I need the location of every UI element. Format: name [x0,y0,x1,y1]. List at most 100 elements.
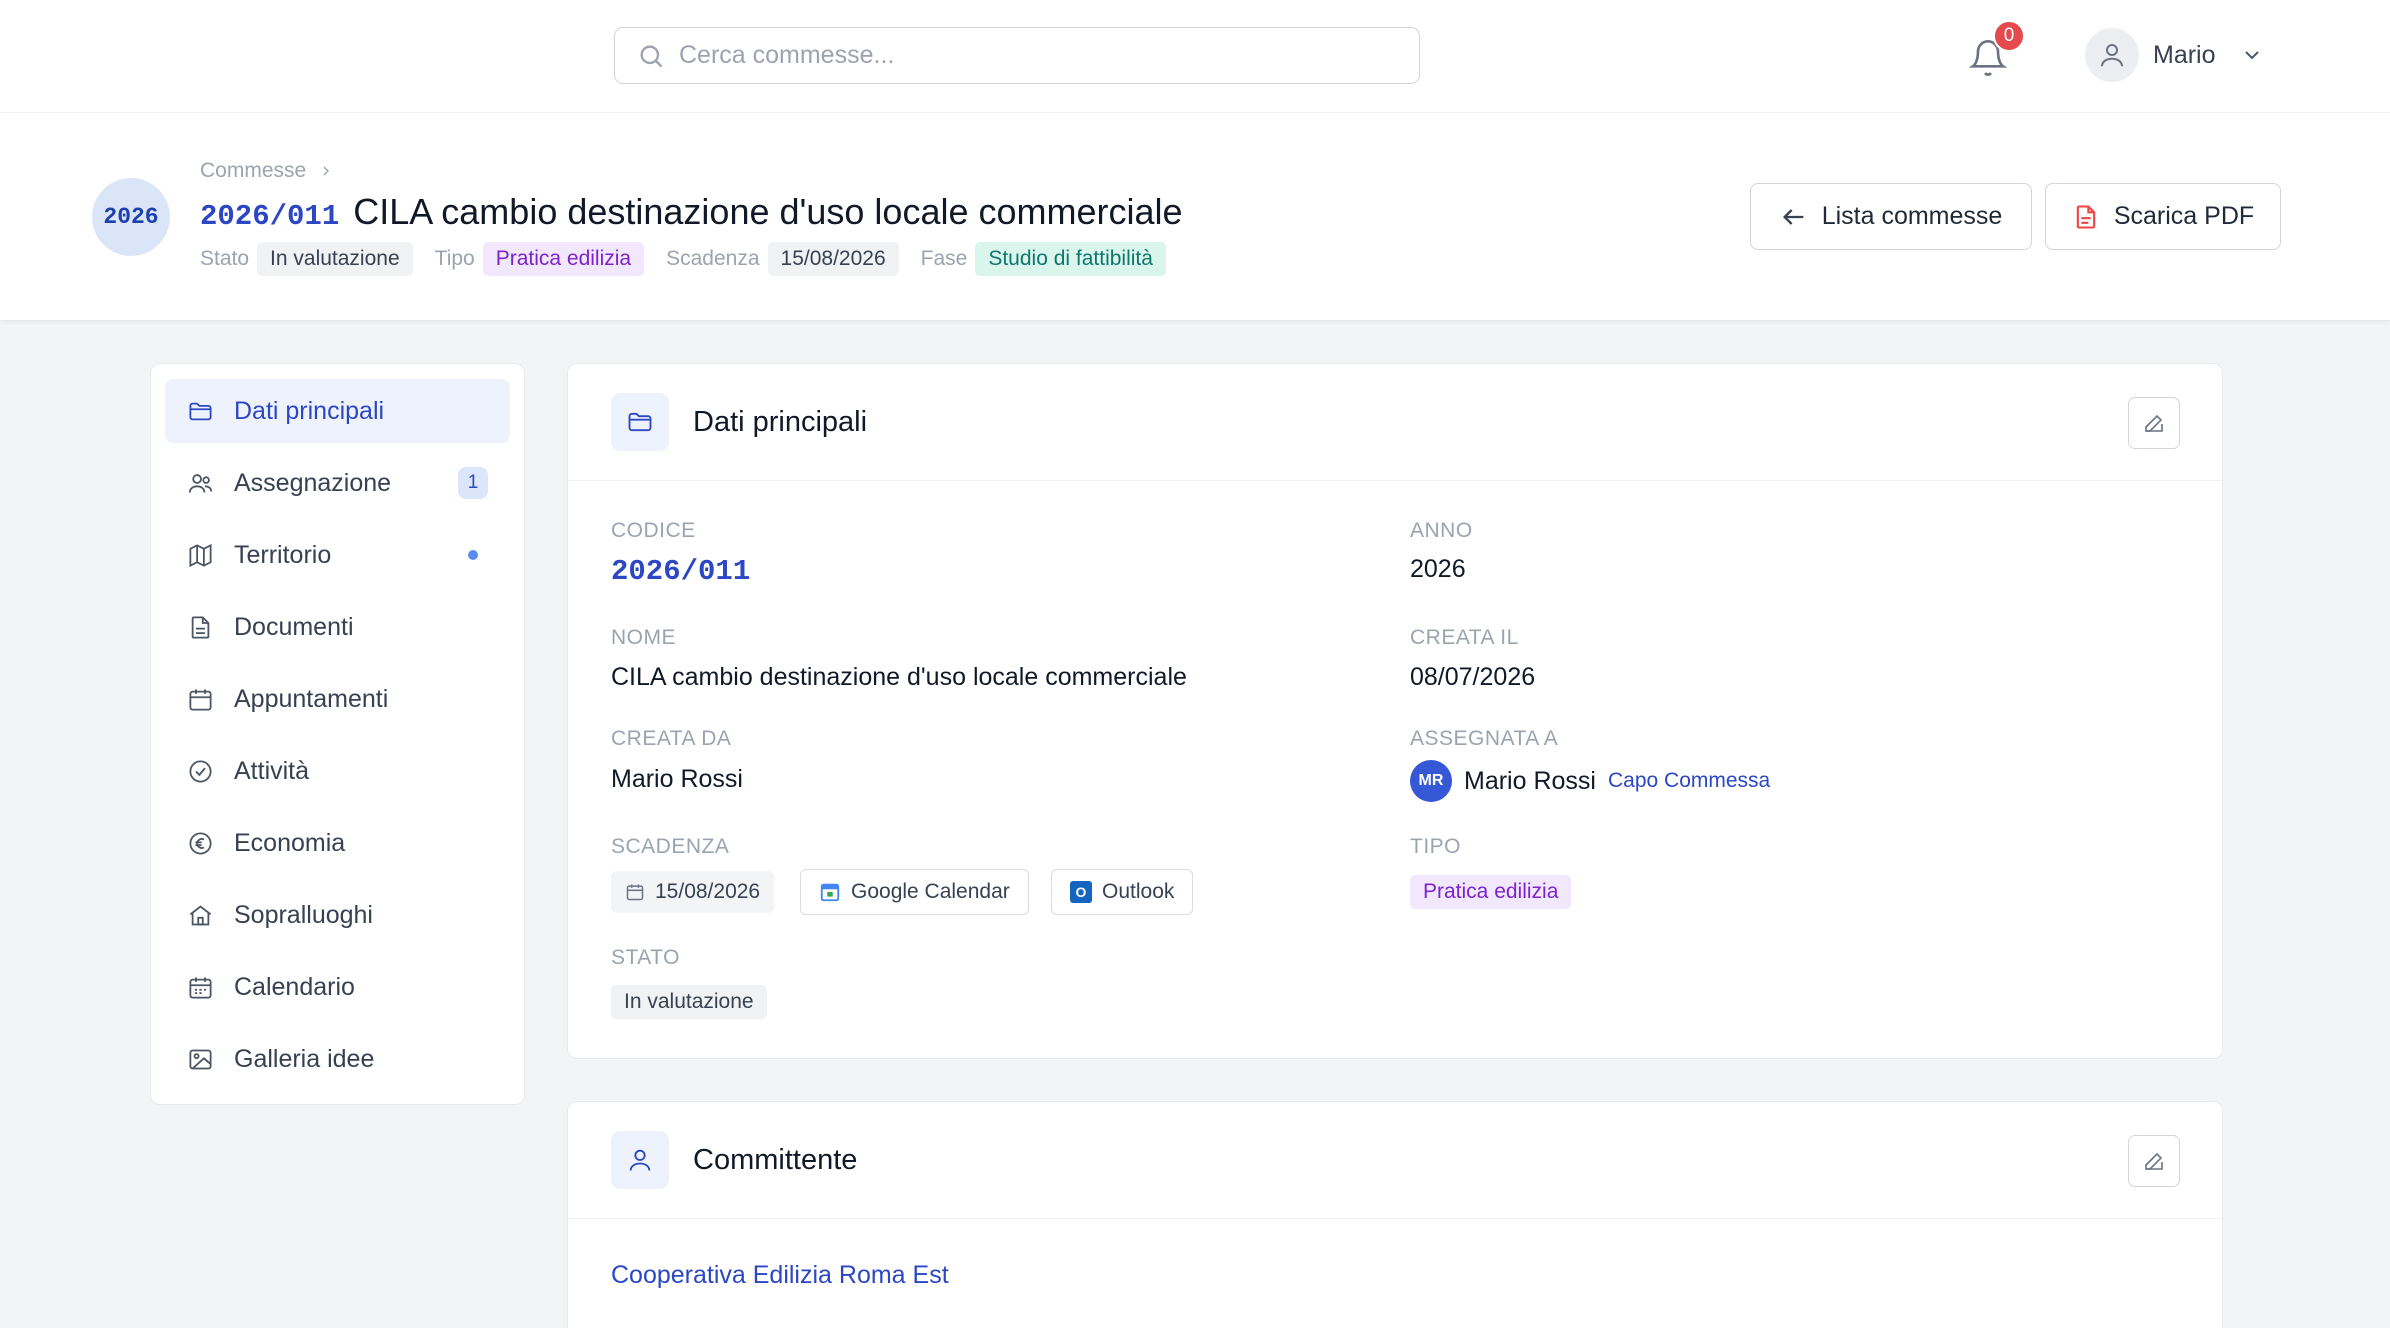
user-menu[interactable]: Mario [2085,28,2264,82]
search-input[interactable] [679,41,1419,70]
sidebar-item-label: Documenti [234,612,354,641]
sidebar-item-documenti[interactable]: Documenti [165,595,510,659]
sidebar-item-attivita[interactable]: Attività [165,739,510,803]
avatar: MR [1410,760,1452,802]
euro-icon [189,831,212,855]
tipo-badge: Pratica edilizia [1410,875,1572,909]
home-icon [189,904,212,925]
calendar-icon [626,884,644,901]
lista-commesse-button[interactable]: Lista commesse [1750,183,2032,250]
creata-il-label: CREATA IL [1410,626,1519,649]
assignee: MR Mario Rossi Capo Commessa [1410,760,1770,802]
card-header: Dati principali [568,364,2222,481]
outlook-icon: O [1070,881,1092,903]
sidebar-item-label: Attività [234,756,310,785]
breadcrumb-link-commesse[interactable]: Commesse [200,159,306,183]
edit-button[interactable] [2128,397,2180,449]
nome-value: CILA cambio destinazione d'uso locale co… [611,663,1187,691]
stato-label: Stato [200,247,250,270]
nome-label: NOME [611,626,676,649]
sidebar-item-label: Assegnazione [234,468,392,497]
sidebar-item-economia[interactable]: Economia [165,811,510,875]
sidebar-item-dati-principali[interactable]: Dati principali [165,379,510,443]
scadenza-value: 15/08/2026 [655,880,761,903]
scadenza-badge: 15/08/2026 [767,242,899,276]
title-text: CILA cambio destinazione d'uso locale co… [353,191,1183,232]
sidebar-item-label: Galleria idee [234,1044,375,1073]
chevron-right-icon [323,166,330,176]
meta-row: Stato In valutazione Tipo Pratica ediliz… [200,242,1188,276]
creata-il-value: 08/07/2026 [1410,663,1536,691]
anno-value: 2026 [1410,555,1466,583]
breadcrumb: Commesse [200,159,334,183]
pdf-file-icon [2076,204,2096,229]
google-calendar-button[interactable]: Google Calendar [800,869,1029,915]
scadenza-chip: 15/08/2026 [611,871,775,913]
sidebar-item-calendario[interactable]: Calendario [165,955,510,1019]
top-bar: 0 Mario [0,0,2390,113]
stato-label: STATO [611,946,681,969]
card-icon-box [611,393,669,451]
scadenza-label: SCADENZA [611,835,730,858]
assignee-role: Capo Commessa [1607,769,1771,792]
sidebar-item-label: Sopralluoghi [234,900,373,929]
codice-label: CODICE [611,519,696,542]
calendar-icon [189,688,212,711]
lista-commesse-label: Lista commesse [1821,202,2003,230]
scarica-pdf-button[interactable]: Scarica PDF [2045,183,2281,250]
edit-icon [2145,1152,2163,1170]
title-code: 2026/011 [200,200,340,233]
tipo-label: Tipo [434,247,475,270]
search-icon [640,45,663,68]
dati-principali-card: Dati principali CODICE 2026/011 ANNO 202… [567,363,2223,1059]
card-title: Committente [693,1143,858,1176]
folder-icon [189,402,212,420]
creata-da-label: CREATA DA [611,727,732,750]
image-icon [189,1049,212,1069]
user-name: Mario [2153,40,2216,69]
edit-button[interactable] [2128,1135,2180,1187]
arrow-left-icon [1782,208,1804,225]
status-dot [468,550,478,560]
card-title: Dati principali [693,405,868,438]
stato-badge: In valutazione [611,985,767,1019]
notification-count-badge: 0 [1993,20,2025,52]
sidebar-item-galleria-idee[interactable]: Galleria idee [165,1027,510,1091]
sidebar-item-assegnazione[interactable]: Assegnazione 1 [165,451,510,515]
sidebar-item-label: Territorio [234,540,332,569]
stato-badge: In valutazione [257,242,413,276]
committente-link[interactable]: Cooperativa Edilizia Roma Est [611,1261,949,1290]
sidebar-item-territorio[interactable]: Territorio [165,523,510,587]
outlook-label: Outlook [1102,880,1175,903]
search-box[interactable] [614,27,1420,84]
codice-value: 2026/011 [611,555,751,588]
committente-card: Committente Cooperativa Edilizia Roma Es… [567,1101,2223,1328]
fase-badge: Studio di fattibilità [975,242,1166,276]
anno-label: ANNO [1410,519,1473,542]
document-icon [191,615,210,639]
count-badge: 1 [458,467,488,499]
google-calendar-label: Google Calendar [851,880,1010,903]
sidebar-item-label: Dati principali [234,396,385,425]
sidebar-item-label: Appuntamenti [234,684,389,713]
tipo-badge: Pratica edilizia [482,242,645,276]
fase-label: Fase [920,247,968,270]
outlook-button[interactable]: O Outlook [1051,869,1194,915]
section-sidebar: Dati principali Assegnazione 1 Territori… [150,363,525,1105]
folder-icon [628,412,652,432]
chevron-down-icon [2244,51,2259,60]
scarica-pdf-label: Scarica PDF [2113,202,2255,230]
user-icon [629,1149,651,1171]
card-header: Committente [568,1102,2222,1219]
page-title: 2026/011 CILA cambio destinazione d'uso … [200,191,1183,233]
sidebar-item-sopralluoghi[interactable]: Sopralluoghi [165,883,510,947]
creata-da-value: Mario Rossi [611,765,743,793]
avatar [2085,28,2139,82]
assignee-name: Mario Rossi [1464,766,1596,795]
users-icon [188,473,213,493]
commessa-header: 2026 Commesse 2026/011 CILA cambio desti… [0,113,2390,321]
sidebar-item-appuntamenti[interactable]: Appuntamenti [165,667,510,731]
google-calendar-icon [820,883,840,902]
card-icon-box [611,1131,669,1189]
sidebar-item-label: Calendario [234,972,355,1001]
